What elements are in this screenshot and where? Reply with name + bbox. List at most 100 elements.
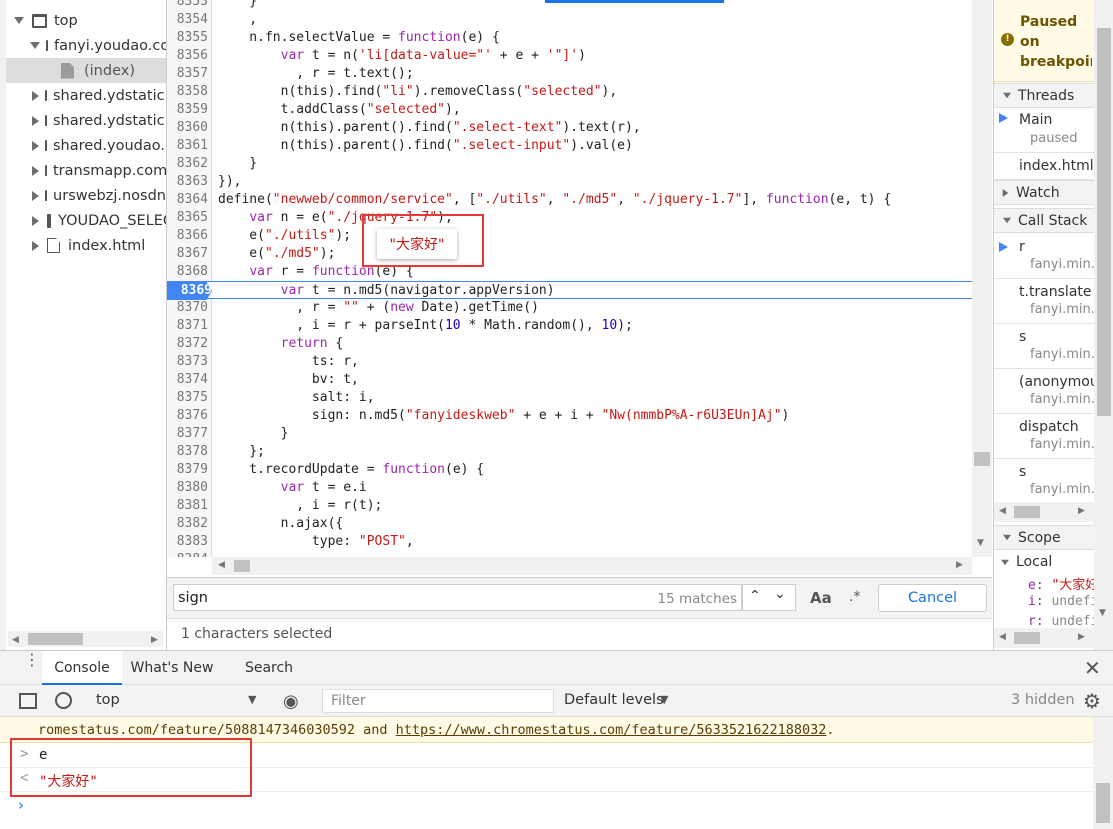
line-number[interactable]: 8379 — [167, 461, 208, 479]
cancel-button[interactable]: Cancel — [878, 584, 987, 612]
search-input[interactable]: sign 15 matches — [173, 584, 742, 611]
clear-console-icon[interactable] — [55, 692, 72, 709]
line-number[interactable]: 8381 — [167, 497, 208, 515]
line-number[interactable]: 8371 — [167, 317, 208, 335]
close-drawer-icon[interactable]: ✕ — [1084, 656, 1101, 680]
warning-link[interactable]: https://www.chromestatus.com/feature/563… — [396, 722, 827, 738]
sidebar-toggle-icon[interactable] — [19, 693, 37, 709]
line-number[interactable]: 8380 — [167, 479, 208, 497]
line-number[interactable]: 8360 — [167, 119, 208, 137]
tree-item-shared-youdao[interactable]: shared.youdao.com — [0, 133, 166, 158]
sidebar-vscrollbar[interactable]: ▼ — [1094, 0, 1113, 650]
next-match-icon[interactable]: ⌄ — [774, 586, 786, 602]
console-vscrollbar[interactable] — [1093, 717, 1113, 829]
line-number[interactable]: 8382 — [167, 515, 208, 533]
line-number[interactable]: 8358 — [167, 83, 208, 101]
line-number[interactable]: 8361 — [167, 137, 208, 155]
tree-item-shared-ydstatic-1[interactable]: shared.ydstatic.com — [0, 83, 166, 108]
line-number[interactable]: 8370 — [167, 299, 208, 317]
scroll-right-icon[interactable]: ▶ — [1078, 506, 1085, 516]
line-number[interactable]: 8378 — [167, 443, 208, 461]
scroll-thumb[interactable] — [1096, 783, 1110, 823]
scroll-right-icon[interactable]: ▶ — [151, 635, 158, 645]
tree-item-transmapp[interactable]: transmapp.com — [0, 158, 166, 183]
drawer-menu-icon[interactable]: ⋮ — [24, 652, 40, 668]
tab-console[interactable]: Console — [42, 651, 122, 685]
scroll-thumb[interactable] — [234, 560, 250, 572]
eye-icon[interactable]: ◉ — [283, 691, 299, 712]
filter-input[interactable]: Filter — [322, 689, 554, 713]
line-number[interactable]: 8372 — [167, 335, 208, 353]
thread-index[interactable]: index.html — [994, 153, 1094, 180]
scroll-left-icon[interactable]: ◀ — [999, 632, 1006, 642]
tree-item-top[interactable]: top — [0, 8, 166, 33]
tree-hscrollbar[interactable]: ◀ ▶ — [8, 631, 163, 647]
scope-var[interactable]: r: undefined — [1028, 614, 1094, 629]
line-number[interactable]: 8357 — [167, 65, 208, 83]
line-number[interactable]: 8356 — [167, 47, 208, 65]
code-editor[interactable]: 8353 } 8354 , 8355 n.fn.selectValue = func… — [167, 0, 972, 557]
callstack-section-header[interactable]: Call Stack — [994, 208, 1094, 233]
threads-section-header[interactable]: Threads — [994, 83, 1094, 108]
line-number[interactable]: 8367 — [167, 245, 208, 263]
levels-dropdown[interactable]: Default levels — [564, 692, 664, 708]
line-number[interactable]: 8375 — [167, 389, 208, 407]
line-number[interactable]: 8374 — [167, 371, 208, 389]
line-number[interactable]: 8359 — [167, 101, 208, 119]
scroll-thumb[interactable] — [1014, 632, 1040, 644]
tree-item-urswebzj[interactable]: urswebzj.nosdn — [0, 183, 166, 208]
line-number[interactable]: 8384 — [167, 551, 208, 557]
scope-hscrollbar[interactable]: ◀ ▶ — [994, 628, 1094, 648]
scope-section-header[interactable]: Scope — [994, 525, 1094, 550]
tree-item-shared-ydstatic-2[interactable]: shared.ydstatic.com — [0, 108, 166, 133]
line-number[interactable]: 8364 — [167, 191, 208, 209]
editor-vscrollbar[interactable]: ▼ — [972, 0, 992, 557]
scroll-thumb[interactable] — [974, 452, 990, 466]
previous-match-icon[interactable]: ⌃ — [749, 588, 761, 604]
tree-item-youdao-selector[interactable]: YOUDAO_SELECTOR — [0, 208, 166, 233]
scroll-right-icon[interactable]: ▶ — [1078, 632, 1085, 642]
tab-whats-new[interactable]: What's New — [122, 651, 222, 685]
tab-search[interactable]: Search — [234, 651, 304, 685]
line-number[interactable]: 8355 — [167, 29, 208, 47]
call-frame[interactable]: sfanyi.min.js — [994, 324, 1094, 369]
scroll-thumb[interactable] — [1014, 506, 1040, 518]
settings-gear-icon[interactable]: ⚙ — [1083, 689, 1101, 713]
regex-button[interactable]: .* — [849, 589, 860, 605]
tree-item-index-html[interactable]: index.html — [0, 233, 166, 258]
tree-item-index-file[interactable]: (index) — [0, 58, 166, 83]
scope-var[interactable]: i: undefined — [1028, 594, 1094, 609]
tree-item-fanyi[interactable]: fanyi.youdao.com — [0, 33, 166, 58]
call-frame[interactable]: t.translate fanyi.min.js — [994, 279, 1094, 324]
line-number[interactable]: 8373 — [167, 353, 208, 371]
match-case-button[interactable]: Aa — [810, 589, 832, 607]
thread-main[interactable]: Main paused — [994, 108, 1094, 153]
scroll-left-icon[interactable]: ◀ — [999, 506, 1006, 516]
console-prompt[interactable]: › — [0, 793, 1093, 829]
scroll-right-icon[interactable]: ▶ — [956, 560, 963, 570]
line-number[interactable]: 8368 — [167, 263, 208, 281]
line-number[interactable]: 8354 — [167, 11, 208, 29]
scroll-left-icon[interactable]: ◀ — [218, 560, 225, 570]
line-number[interactable]: 8353 — [167, 0, 208, 11]
scope-var[interactable]: e: "大家好" — [1028, 574, 1094, 593]
scroll-down-icon[interactable]: ▼ — [977, 538, 984, 548]
call-frame[interactable]: r fanyi.min.js — [994, 234, 1094, 279]
scroll-left-icon[interactable]: ◀ — [12, 635, 19, 645]
callstack-hscrollbar[interactable]: ◀ ▶ — [994, 502, 1094, 522]
line-number[interactable]: 8377 — [167, 425, 208, 443]
line-number[interactable]: 8383 — [167, 533, 208, 551]
watch-section-header[interactable]: Watch — [994, 180, 1094, 205]
line-number[interactable]: 8369 — [167, 282, 212, 300]
context-selector[interactable]: top — [96, 692, 120, 708]
scope-local[interactable]: Local — [1000, 554, 1052, 570]
call-frame[interactable]: dispatch fanyi.min.js — [994, 414, 1094, 459]
editor-hscrollbar[interactable]: ◀ ▶ — [212, 557, 972, 575]
line-number[interactable]: 8366 — [167, 227, 208, 245]
line-number[interactable]: 8363 — [167, 173, 208, 191]
call-frame[interactable]: (anonymous) fanyi.min.js — [994, 369, 1094, 414]
line-number[interactable]: 8362 — [167, 155, 208, 173]
scroll-thumb[interactable] — [28, 633, 83, 645]
line-number[interactable]: 8376 — [167, 407, 208, 425]
scroll-down-icon[interactable]: ▼ — [1099, 608, 1106, 618]
